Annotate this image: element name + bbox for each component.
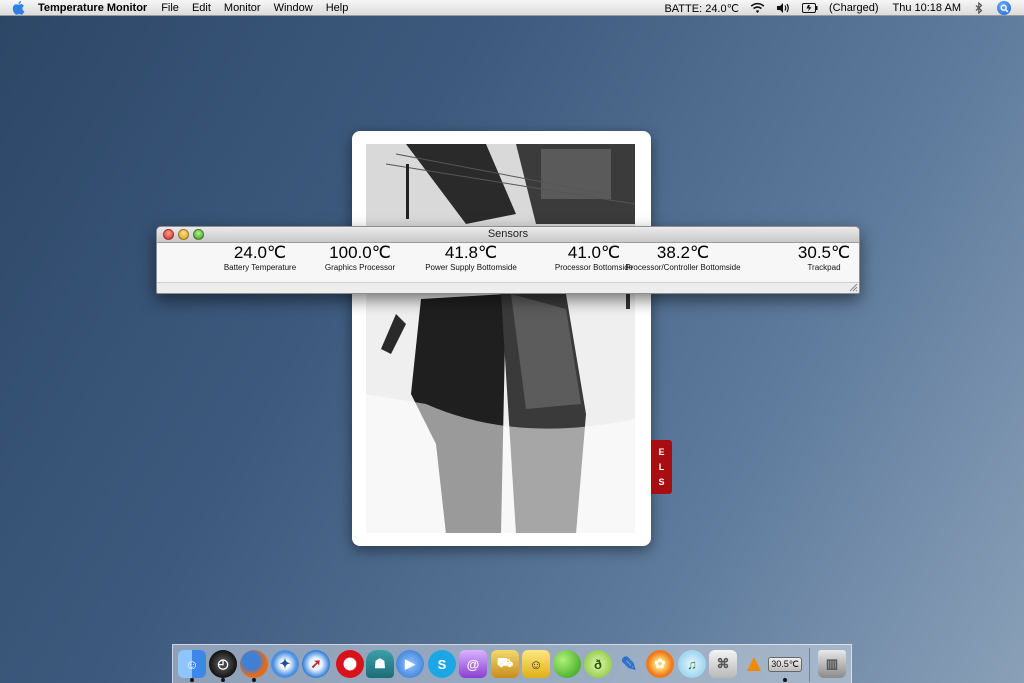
firefox-icon[interactable]: [239, 649, 269, 682]
photo-widget[interactable]: [352, 131, 651, 546]
running-indicator: [783, 678, 787, 682]
safari-icon[interactable]: ➚: [301, 649, 331, 679]
dock: ☺ ◴ ✦ ➚ ☗ ▶ S @ ⛟ ☺ ð ✎ ✿ ♫ ⌘ ▲ 30.5℃ ▥: [172, 644, 852, 683]
power-status[interactable]: (Charged): [829, 2, 879, 14]
running-indicator: [221, 678, 225, 682]
sensor-value: 41.8℃: [444, 243, 498, 262]
vlc-icon[interactable]: ▲: [739, 649, 769, 679]
finder-icon[interactable]: ☺: [177, 649, 207, 682]
feather-icon[interactable]: ✎: [614, 649, 644, 679]
menu-help[interactable]: Help: [326, 2, 349, 14]
widget-ribbon-tag[interactable]: E L S: [651, 440, 672, 494]
menu-window[interactable]: Window: [274, 2, 313, 14]
tag-letter-e: E: [658, 446, 665, 457]
textedit-icon[interactable]: @: [458, 649, 488, 679]
running-indicator: [190, 678, 194, 682]
sensor-processor-controller-bottomside[interactable]: 38.2℃ Processor/Controller Bottomside: [625, 243, 741, 272]
menu-edit[interactable]: Edit: [192, 2, 211, 14]
window-titlebar[interactable]: Sensors: [157, 227, 859, 243]
menu-monitor[interactable]: Monitor: [224, 2, 261, 14]
menu-bar: Temperature Monitor File Edit Monitor Wi…: [0, 0, 1024, 16]
volume-icon[interactable]: [776, 2, 791, 14]
apple-menu-icon[interactable]: [12, 0, 26, 15]
photo-image: [366, 144, 635, 533]
dashboard-icon[interactable]: ◴: [208, 649, 238, 682]
limewire-icon[interactable]: [552, 649, 582, 679]
temperature-monitor-icon[interactable]: 30.5℃: [768, 649, 802, 682]
trash-icon[interactable]: ▥: [817, 649, 847, 679]
resize-grip-icon[interactable]: [848, 282, 858, 292]
flower-icon[interactable]: ✿: [645, 649, 675, 679]
automator-icon[interactable]: ☗: [365, 649, 395, 679]
sensor-value: 30.5℃: [797, 243, 851, 262]
mac-icon[interactable]: ⌘: [708, 649, 738, 679]
battery-temperature-status[interactable]: BATTE: 24.0℃: [664, 2, 739, 15]
sensor-value: 24.0℃: [233, 243, 287, 262]
sensor-label: Processor/Controller Bottomside: [625, 263, 741, 272]
sensor-readings: 24.0℃ Battery Temperature 100.0℃ Graphic…: [157, 243, 859, 283]
sensor-power-supply-bottomside[interactable]: 41.8℃ Power Supply Bottomside: [417, 243, 525, 272]
battery-icon[interactable]: [801, 3, 818, 13]
dreamweaver-icon[interactable]: ð: [583, 649, 613, 679]
sensors-window: Sensors 24.0℃ Battery Temperature 100.0℃…: [156, 226, 860, 294]
menu-file[interactable]: File: [161, 2, 179, 14]
temperature-badge: 30.5℃: [768, 656, 802, 672]
sensor-label: Power Supply Bottomside: [425, 263, 517, 272]
sensor-battery-temperature[interactable]: 24.0℃ Battery Temperature: [205, 243, 315, 272]
network-icon[interactable]: ✦: [270, 649, 300, 679]
tag-letter-l: L: [658, 461, 665, 472]
ichat-icon[interactable]: ▶: [395, 649, 425, 679]
sensor-value: 100.0℃: [329, 243, 391, 262]
bluetooth-icon[interactable]: [975, 2, 983, 14]
menu-app-name[interactable]: Temperature Monitor: [38, 2, 147, 14]
wifi-icon[interactable]: [750, 2, 765, 14]
sensor-label: Graphics Processor: [324, 263, 396, 272]
itunes-icon[interactable]: ♫: [677, 649, 707, 679]
adium-icon[interactable]: ☺: [521, 649, 551, 679]
sensor-graphics-processor[interactable]: 100.0℃ Graphics Processor: [315, 243, 405, 272]
clock[interactable]: Thu 10:18 AM: [893, 2, 962, 14]
tag-letter-s: S: [658, 477, 665, 488]
dock-separator: [809, 648, 810, 682]
window-title: Sensors: [487, 228, 529, 240]
running-indicator: [252, 678, 256, 682]
sensor-trackpad[interactable]: 30.5℃ Trackpad: [791, 243, 857, 272]
opera-icon[interactable]: [335, 649, 365, 679]
transmit-icon[interactable]: ⛟: [490, 649, 520, 679]
sensor-label: Trackpad: [807, 263, 841, 272]
sensor-value: 38.2℃: [656, 243, 710, 262]
skype-icon[interactable]: S: [427, 649, 457, 679]
sensor-label: Battery Temperature: [223, 263, 297, 272]
spotlight-icon[interactable]: [997, 1, 1011, 15]
